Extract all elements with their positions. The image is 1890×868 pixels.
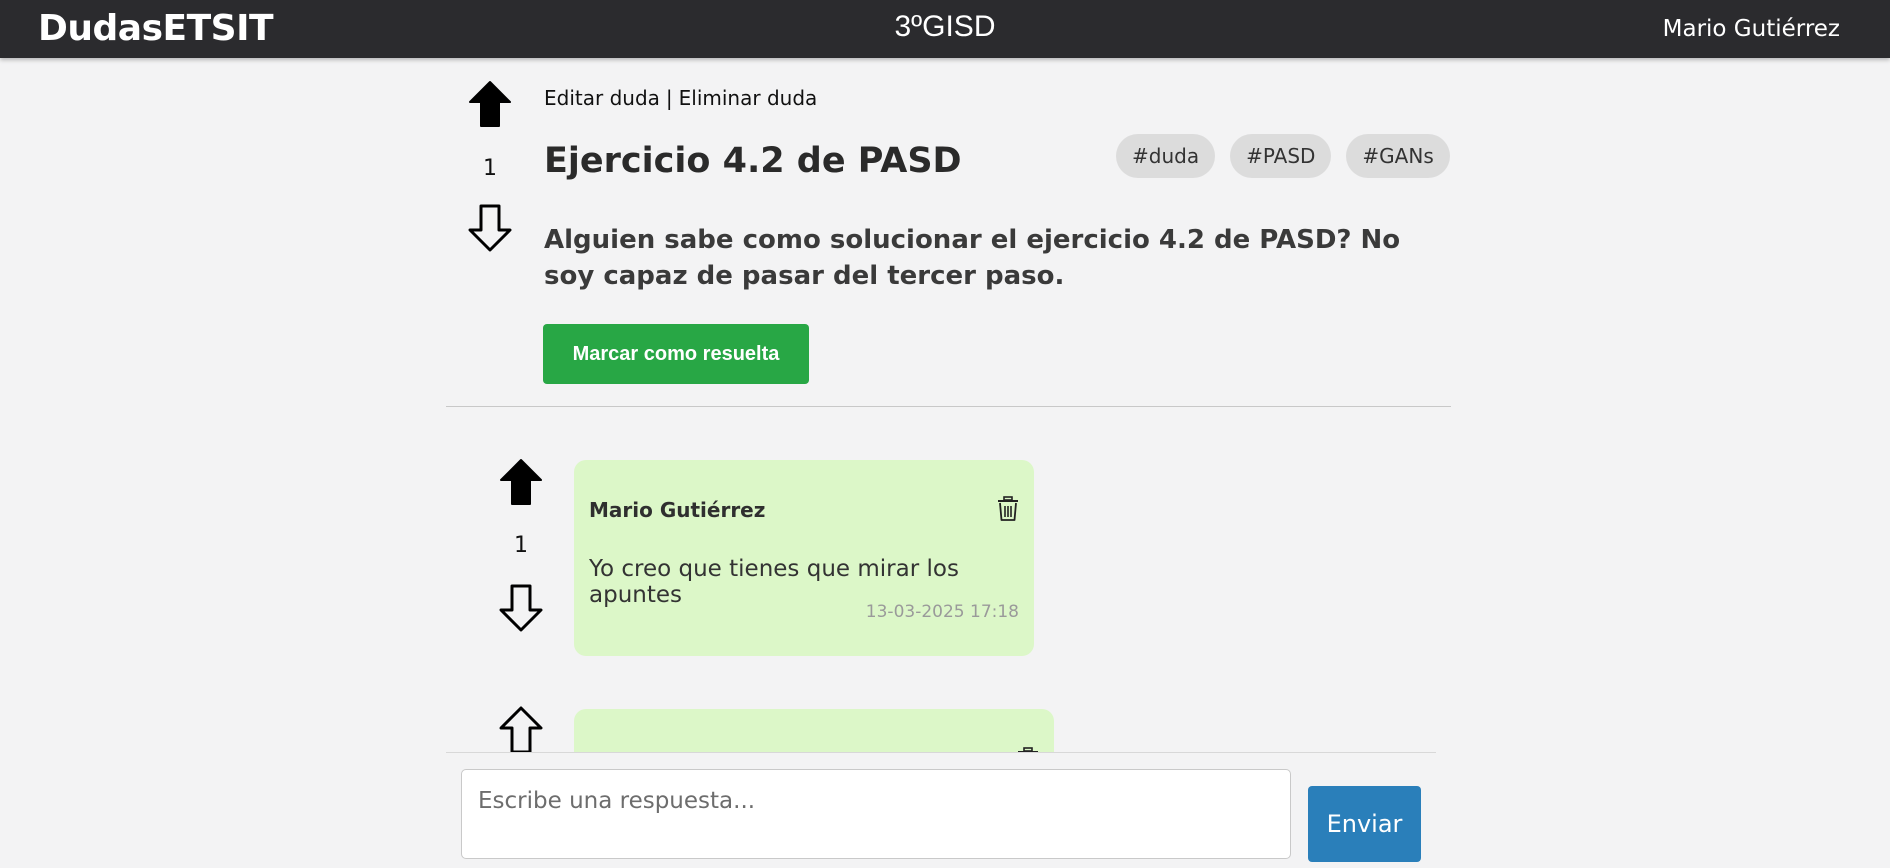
tag-chip[interactable]: #PASD: [1230, 134, 1332, 178]
question-title: Ejercicio 4.2 de PASD: [544, 141, 962, 181]
arrow-up-outline-icon: [499, 706, 543, 754]
edit-question-link[interactable]: Editar duda: [544, 86, 660, 110]
course-title: 3ºGISD: [894, 10, 996, 43]
question-downvote-button[interactable]: [468, 204, 512, 252]
arrow-down-outline-icon: [499, 584, 543, 632]
reply-compose-bar: Enviar: [446, 752, 1436, 868]
question-body: Alguien sabe como solucionar el ejercici…: [544, 225, 1401, 291]
question-actions: Editar duda | Eliminar duda: [544, 86, 817, 110]
arrow-up-filled-icon: [469, 81, 511, 127]
reply-author: Mario Gutiérrez: [589, 498, 766, 522]
question-upvote-button[interactable]: [468, 80, 512, 128]
user-name[interactable]: Mario Gutiérrez: [1663, 16, 1840, 42]
reply-card: Mario Gutiérrez Yo creo que tienes que m…: [574, 460, 1034, 656]
reply-timestamp: 13-03-2025 17:18: [865, 602, 1019, 622]
reply-text: Yo creo que tienes que mirar los apuntes: [589, 556, 959, 608]
trash-icon[interactable]: [996, 496, 1020, 522]
top-navbar: DudasETSIT 3ºGISD Mario Gutiérrez: [0, 0, 1890, 58]
arrow-down-outline-icon: [468, 204, 512, 252]
tag-chip[interactable]: #GANs: [1346, 134, 1450, 178]
arrow-up-filled-icon: [500, 459, 542, 505]
reply-upvote-button[interactable]: [499, 458, 543, 506]
reply-upvote-button[interactable]: [499, 706, 543, 754]
reply-vote-count: 1: [514, 533, 528, 558]
send-button[interactable]: Enviar: [1308, 786, 1421, 862]
question-vote-count: 1: [483, 156, 497, 181]
reply-downvote-button[interactable]: [499, 584, 543, 632]
delete-question-link[interactable]: Eliminar duda: [679, 86, 818, 110]
actions-separator: |: [665, 86, 673, 110]
tag-list: #duda #PASD #GANs: [1116, 134, 1450, 178]
section-divider: [446, 406, 1451, 407]
tag-chip[interactable]: #duda: [1116, 134, 1216, 178]
mark-resolved-button[interactable]: Marcar como resuelta: [543, 324, 809, 384]
reply-input[interactable]: [461, 769, 1291, 859]
